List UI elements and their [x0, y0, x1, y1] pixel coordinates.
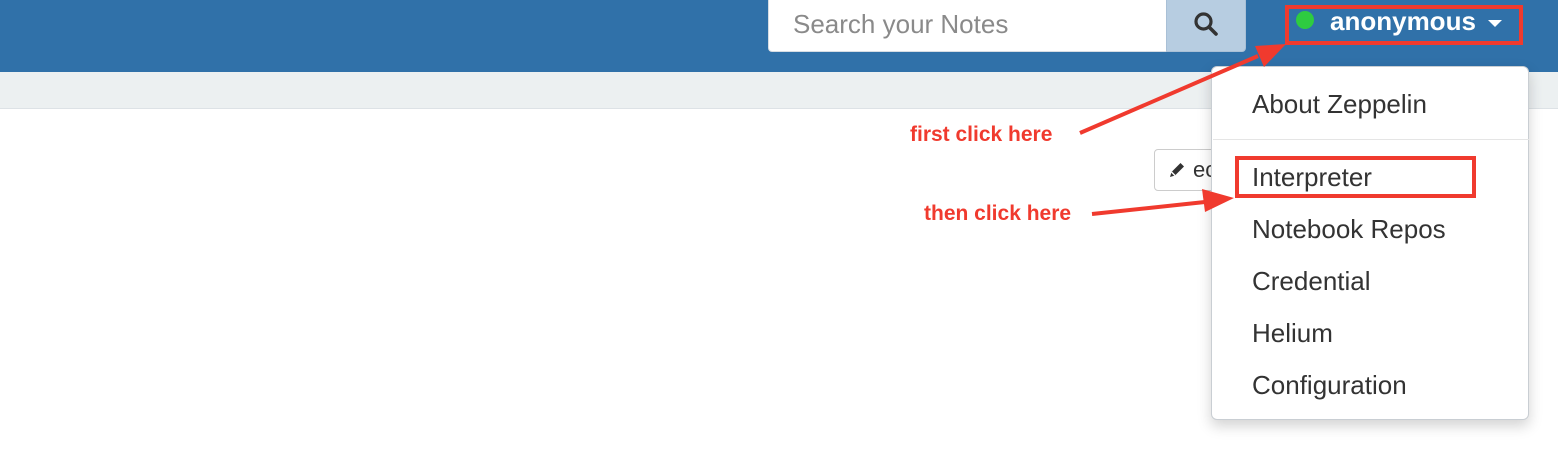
- chevron-down-icon: [1488, 20, 1502, 27]
- annotation-then-click: then click here: [924, 202, 1072, 225]
- menu-divider: [1213, 139, 1529, 140]
- search-input[interactable]: [768, 0, 1166, 52]
- user-name: anonymous: [1330, 6, 1476, 36]
- menu-item-helium[interactable]: Helium: [1252, 318, 1333, 348]
- pencil-icon: [1170, 163, 1184, 177]
- search-icon: [1194, 12, 1218, 36]
- menu-item-notebook-repos[interactable]: Notebook Repos: [1252, 214, 1446, 244]
- menu-item-credential[interactable]: Credential: [1252, 266, 1371, 296]
- search-button[interactable]: [1166, 0, 1246, 52]
- top-navbar: anonymous: [0, 0, 1558, 72]
- menu-item-configuration[interactable]: Configuration: [1252, 370, 1407, 400]
- online-status-dot: [1296, 11, 1314, 29]
- user-menu-toggle[interactable]: anonymous: [1285, 6, 1518, 42]
- annotation-first-click: first click here: [910, 123, 1053, 146]
- menu-item-about-zeppelin[interactable]: About Zeppelin: [1252, 89, 1427, 119]
- user-dropdown-menu: About Zeppelin Interpreter Notebook Repo…: [1211, 66, 1529, 420]
- menu-item-interpreter[interactable]: Interpreter: [1252, 162, 1372, 192]
